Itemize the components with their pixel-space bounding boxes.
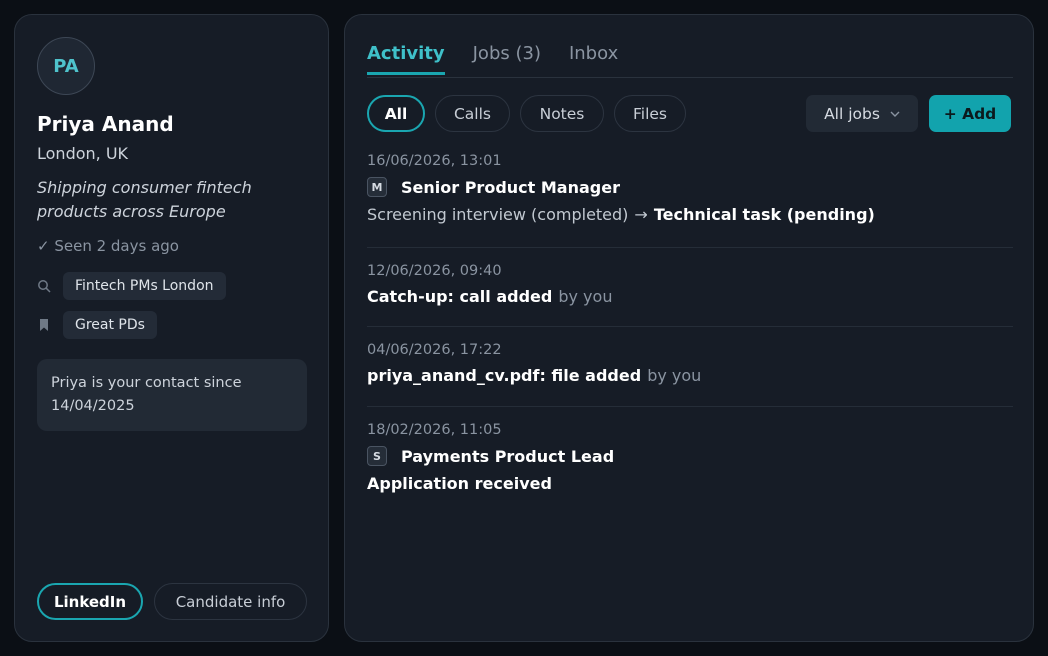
linkedin-button[interactable]: LinkedIn: [37, 583, 143, 620]
profile-card: PA Priya Anand London, UK Shipping consu…: [14, 14, 329, 642]
activity-timestamp: 04/06/2026, 17:22: [367, 342, 502, 358]
bookmark-tag[interactable]: Great PDs: [63, 311, 157, 339]
tag-row-bookmark: Great PDs: [37, 311, 157, 339]
tab-jobs[interactable]: Jobs (3): [473, 43, 541, 75]
activity-author: by you: [647, 366, 702, 385]
job-title[interactable]: Payments Product Lead: [401, 447, 614, 466]
filter-files[interactable]: Files: [614, 95, 686, 132]
job-filter-select[interactable]: All jobs: [806, 95, 918, 132]
activity-item: 04/06/2026, 17:22 priya_anand_cv.pdf: fi…: [367, 342, 1013, 385]
activity-stage-line: Screening interview (completed) → Techni…: [367, 205, 1013, 224]
candidate-location: London, UK: [37, 144, 129, 163]
job-filter-value: All jobs: [824, 104, 880, 123]
last-seen: ✓ Seen 2 days ago: [37, 237, 179, 255]
tab-bar: Activity Jobs (3) Inbox: [367, 43, 618, 75]
search-tag[interactable]: Fintech PMs London: [63, 272, 226, 300]
activity-stage-line: Application received: [367, 474, 1013, 493]
stage-to: Technical task (pending): [653, 205, 875, 224]
activity-title[interactable]: Catch-up: call added: [367, 287, 552, 306]
job-title[interactable]: Senior Product Manager: [401, 178, 620, 197]
candidate-bio: Shipping consumer fintech products acros…: [37, 178, 252, 221]
chevron-down-icon: [890, 111, 900, 117]
filter-notes[interactable]: Notes: [520, 95, 604, 132]
activity-job-line: S Payments Product Lead: [367, 446, 1013, 466]
divider: [367, 326, 1013, 327]
activity-item: 16/06/2026, 13:01 M Senior Product Manag…: [367, 153, 1013, 224]
divider: [367, 406, 1013, 407]
bookmark-icon: [37, 318, 51, 332]
activity-item: 12/06/2026, 09:40 Catch-up: call added b…: [367, 263, 1013, 306]
tab-divider: [367, 77, 1013, 78]
activity-job-line: M Senior Product Manager: [367, 177, 1013, 197]
job-badge: M: [367, 177, 387, 197]
activity-author: by you: [558, 287, 613, 306]
activity-item: 18/02/2026, 11:05 S Payments Product Lea…: [367, 422, 1013, 493]
activity-panel: Activity Jobs (3) Inbox All Calls Notes …: [344, 14, 1034, 642]
activity-timestamp: 16/06/2026, 13:01: [367, 153, 502, 169]
candidate-name: Priya Anand: [37, 112, 174, 136]
stage-detail: Application received: [367, 474, 552, 493]
add-button[interactable]: + Add: [929, 95, 1011, 132]
arrow-right-icon: →: [634, 205, 648, 224]
candidate-info-button[interactable]: Candidate info: [154, 583, 307, 620]
stage-from: Screening interview (completed): [367, 205, 629, 224]
search-icon: [37, 279, 51, 293]
tab-activity[interactable]: Activity: [367, 43, 445, 75]
activity-line: priya_anand_cv.pdf: file added by you: [367, 366, 1013, 385]
activity-timestamp: 18/02/2026, 11:05: [367, 422, 502, 438]
activity-title[interactable]: priya_anand_cv.pdf: file added: [367, 366, 641, 385]
tag-row-search: Fintech PMs London: [37, 272, 226, 300]
divider: [367, 247, 1013, 248]
activity-line: Catch-up: call added by you: [367, 287, 1013, 306]
activity-timestamp: 12/06/2026, 09:40: [367, 263, 502, 279]
contact-since-note: Priya is your contact since 14/04/2025: [37, 359, 307, 431]
job-badge: S: [367, 446, 387, 466]
avatar: PA: [37, 37, 95, 95]
filter-all[interactable]: All: [367, 95, 425, 132]
filter-calls[interactable]: Calls: [435, 95, 510, 132]
tab-inbox[interactable]: Inbox: [569, 43, 618, 75]
